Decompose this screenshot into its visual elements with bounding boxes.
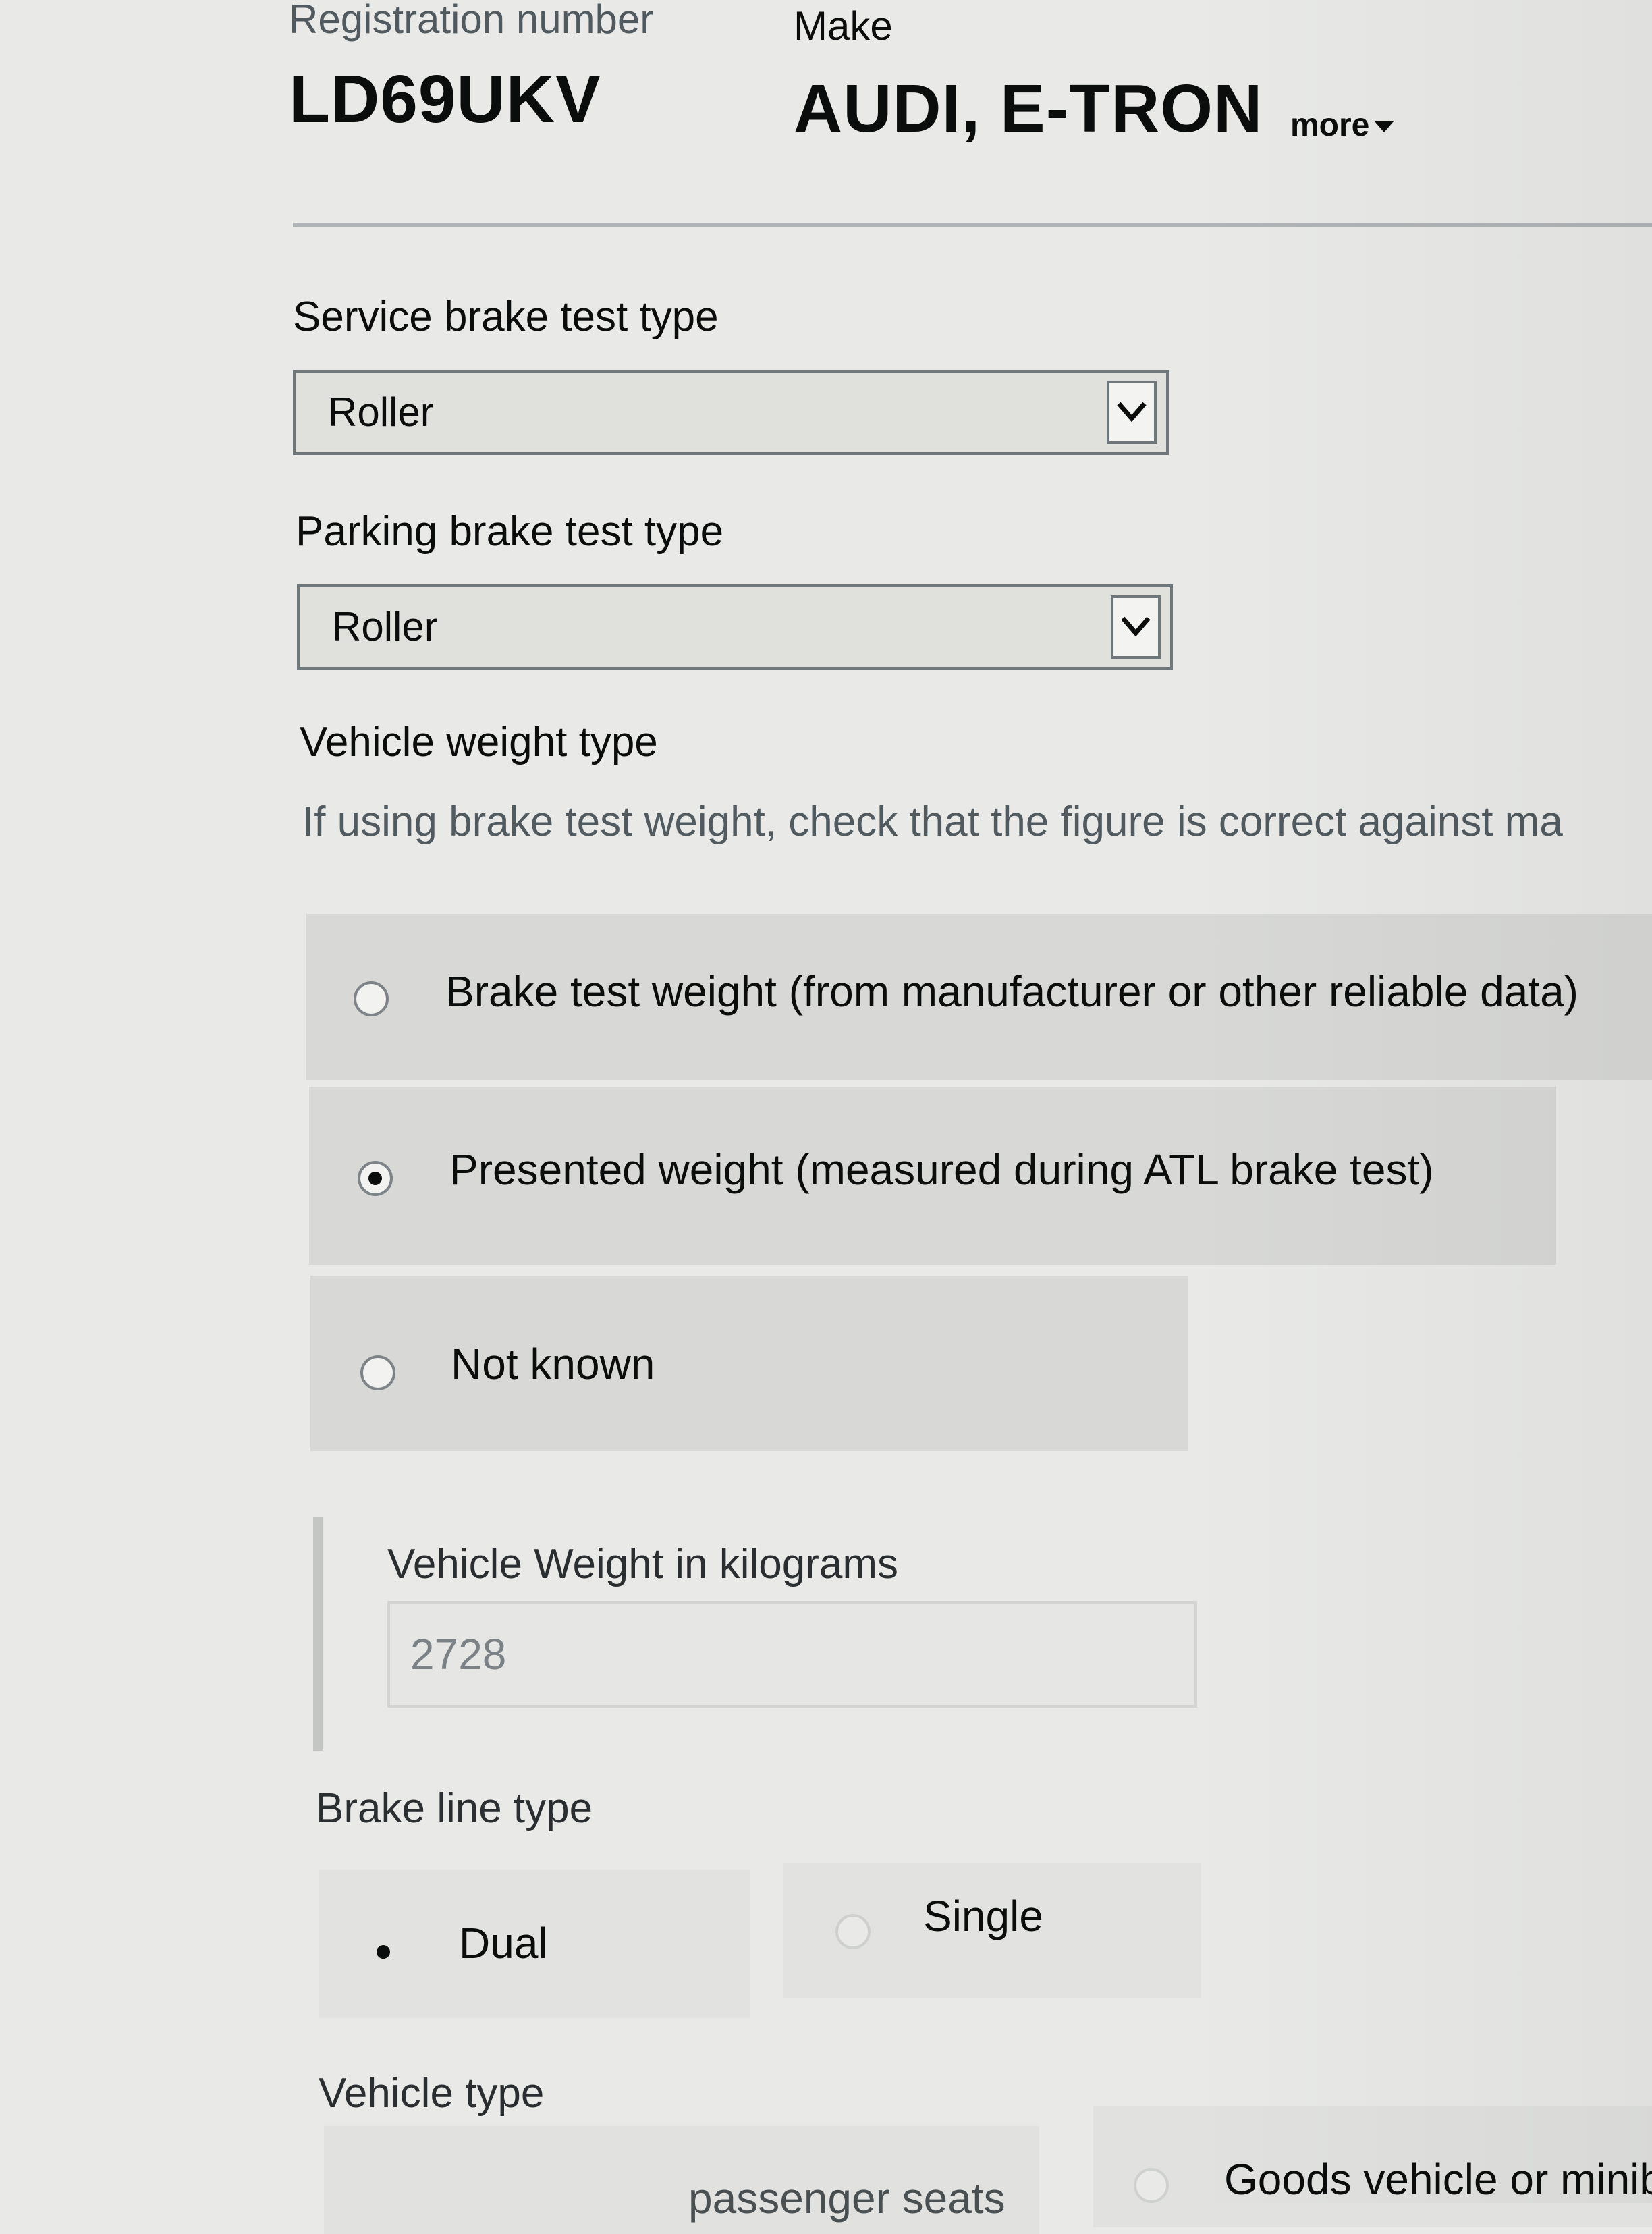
parking-brake-select[interactable]: Roller: [297, 584, 1173, 670]
radio-label: Not known: [451, 1340, 655, 1388]
radio-option-passenger-seats[interactable]: passenger seats: [324, 2126, 1039, 2234]
weight-type-hint: If using brake test weight, check that t…: [302, 798, 1563, 845]
chevron-down-icon: [1111, 595, 1161, 659]
weight-type-label: Vehicle weight type: [300, 719, 658, 765]
radio-button-selected[interactable]: [358, 1161, 393, 1196]
more-toggle[interactable]: more: [1290, 107, 1394, 144]
radio-option-goods-vehicle[interactable]: Goods vehicle or minib: [1093, 2106, 1652, 2227]
parking-brake-label: Parking brake test type: [296, 508, 724, 555]
make-value: AUDI, E-TRON: [794, 71, 1263, 146]
parking-brake-selected: Roller: [332, 604, 438, 649]
radio-button[interactable]: [835, 1914, 871, 1949]
radio-button-selected[interactable]: [366, 1934, 401, 1969]
radio-option-brake-test-weight[interactable]: Brake test weight (from manufacturer or …: [306, 914, 1652, 1080]
radio-option-single[interactable]: Single: [783, 1863, 1201, 1998]
service-brake-selected: Roller: [328, 389, 434, 435]
header-divider: [293, 223, 1652, 227]
radio-button[interactable]: [360, 1355, 395, 1390]
conditional-inset-bar: [313, 1517, 323, 1751]
radio-label: passenger seats: [688, 2174, 1006, 2223]
make-label: Make: [794, 3, 893, 49]
radio-button[interactable]: [1134, 2168, 1169, 2203]
more-label: more: [1290, 107, 1370, 143]
vehicle-weight-input[interactable]: 2728: [387, 1601, 1197, 1708]
registration-value: LD69UKV: [289, 61, 601, 137]
vehicle-type-label: Vehicle type: [319, 2070, 545, 2117]
radio-option-dual[interactable]: Dual: [319, 1870, 750, 2018]
radio-label: Presented weight (measured during ATL br…: [449, 1145, 1434, 1194]
registration-label: Registration number: [289, 0, 654, 42]
vehicle-weight-label: Vehicle Weight in kilograms: [387, 1541, 898, 1587]
radio-option-not-known[interactable]: Not known: [310, 1276, 1188, 1451]
chevron-down-icon: [1107, 381, 1157, 444]
service-brake-select[interactable]: Roller: [293, 370, 1169, 455]
radio-label: Single: [923, 1892, 1043, 1940]
radio-label: Goods vehicle or minib: [1224, 2155, 1652, 2204]
caret-down-icon: [1375, 121, 1394, 133]
radio-label: Brake test weight (from manufacturer or …: [445, 967, 1578, 1016]
radio-label: Dual: [459, 1919, 548, 1967]
brake-line-label: Brake line type: [316, 1785, 593, 1832]
service-brake-label: Service brake test type: [293, 294, 719, 340]
radio-button[interactable]: [354, 981, 389, 1016]
radio-option-presented-weight[interactable]: Presented weight (measured during ATL br…: [309, 1087, 1556, 1265]
